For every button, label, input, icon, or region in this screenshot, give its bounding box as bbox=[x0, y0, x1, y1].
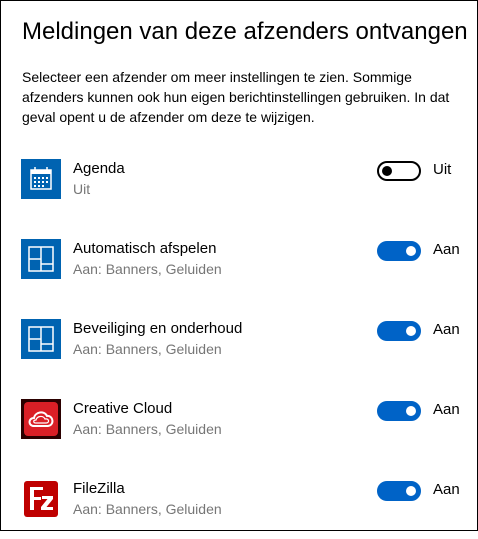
toggle-agenda[interactable] bbox=[377, 161, 421, 181]
toggle-knob bbox=[406, 406, 416, 416]
sender-name: Beveiliging en onderhoud bbox=[73, 320, 243, 337]
toggle-creative-cloud[interactable] bbox=[377, 401, 421, 421]
toggle-label: Aan bbox=[433, 401, 460, 418]
sender-status: Aan: Banners, Geluiden bbox=[73, 421, 222, 437]
sender-row-automatisch-afspelen[interactable]: Automatisch afspelen Aan: Banners, Gelui… bbox=[1, 239, 478, 299]
sender-row-creative-cloud[interactable]: Creative Cloud Aan: Banners, Geluiden Aa… bbox=[1, 399, 478, 459]
toggle-knob bbox=[406, 486, 416, 496]
sender-row-beveiliging-en-onderhoud[interactable]: Beveiliging en onderhoud Aan: Banners, G… bbox=[1, 319, 478, 379]
toggle-label: Aan bbox=[433, 481, 460, 498]
toggle-filezilla[interactable] bbox=[377, 481, 421, 501]
toggle-automatisch-afspelen[interactable] bbox=[377, 241, 421, 261]
toggle-knob bbox=[406, 326, 416, 336]
toggle-knob bbox=[406, 246, 416, 256]
toggle-knob bbox=[382, 166, 392, 176]
toggle-beveiliging-en-onderhoud[interactable] bbox=[377, 321, 421, 341]
filezilla-icon bbox=[21, 479, 61, 519]
security-maintenance-icon bbox=[21, 319, 61, 359]
toggle-label: Uit bbox=[433, 161, 452, 178]
toggle-label: Aan bbox=[433, 321, 460, 338]
creative-cloud-icon bbox=[21, 399, 61, 439]
autoplay-icon bbox=[21, 239, 61, 279]
sender-name: Creative Cloud bbox=[73, 400, 173, 417]
page-description: Selecteer een afzender om meer instellin… bbox=[22, 69, 450, 125]
sender-status: Aan: Banners, Geluiden bbox=[73, 341, 222, 357]
calendar-icon bbox=[21, 159, 61, 199]
sender-name: Agenda bbox=[73, 160, 125, 177]
sender-name: FileZilla bbox=[73, 480, 125, 497]
sender-status: Aan: Banners, Geluiden bbox=[73, 501, 222, 517]
sender-name: Automatisch afspelen bbox=[73, 240, 217, 257]
page-title: Meldingen van deze afzenders ontvangen bbox=[22, 18, 468, 45]
sender-status: Uit bbox=[73, 181, 91, 197]
sender-status: Aan: Banners, Geluiden bbox=[73, 261, 222, 277]
toggle-label: Aan bbox=[433, 241, 460, 258]
sender-row-filezilla[interactable]: FileZilla Aan: Banners, Geluiden Aan bbox=[1, 479, 478, 539]
sender-row-agenda[interactable]: Agenda Uit Uit bbox=[1, 159, 478, 219]
